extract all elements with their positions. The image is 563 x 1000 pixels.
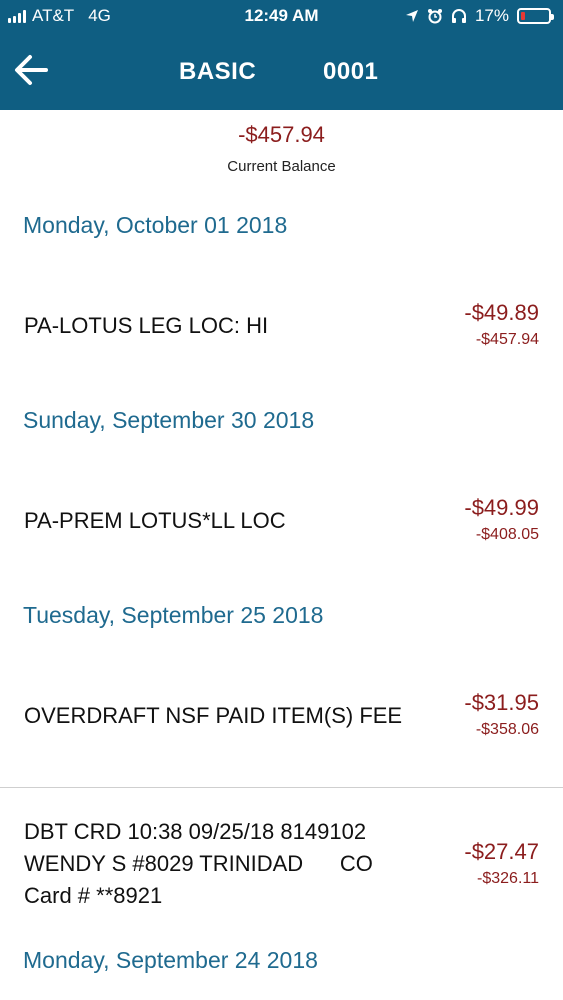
transaction-running-balance: -$358.06 (475, 721, 539, 738)
current-balance-section: -$457.94 Current Balance (0, 122, 563, 175)
account-number: 0001 (323, 58, 379, 85)
transaction-running-balance: -$408.05 (475, 526, 539, 543)
row-divider (0, 787, 563, 788)
transaction-description-line: WENDY S #8029 TRINIDAD CO (24, 851, 373, 876)
transaction-amount: -$49.99 (464, 495, 539, 520)
transaction-description: DBT CRD 10:38 09/25/18 8149102 WENDY S #… (24, 816, 373, 912)
date-header: Monday, September 24 2018 (23, 947, 318, 973)
date-header: Tuesday, September 25 2018 (23, 602, 324, 628)
battery-fill (521, 12, 526, 20)
transaction-description-line: DBT CRD 10:38 09/25/18 8149102 (24, 819, 367, 844)
location-arrow-icon (405, 10, 418, 22)
alarm-clock-icon (427, 9, 442, 24)
status-bar: AT&T 4G 12:49 AM 17% (0, 0, 563, 32)
battery-percent: 17% (474, 6, 509, 25)
status-right: 17% (405, 6, 554, 26)
transaction-row[interactable]: PA-PREM LOTUS*LL LOC -$49.99 -$408.05 (0, 485, 563, 555)
transaction-row[interactable]: OVERDRAFT NSF PAID ITEM(S) FEE -$31.95 -… (0, 680, 563, 750)
transaction-row[interactable]: DBT CRD 10:38 09/25/18 8149102 WENDY S #… (0, 816, 563, 916)
account-type-title: BASIC (179, 58, 257, 85)
arrow-left-icon (15, 55, 48, 85)
date-header: Monday, October 01 2018 (23, 212, 288, 238)
headphones-icon (451, 9, 466, 23)
transaction-amount: -$31.95 (464, 690, 539, 715)
date-header: Sunday, September 30 2018 (23, 407, 315, 433)
transaction-description: OVERDRAFT NSF PAID ITEM(S) FEE (24, 703, 403, 728)
transaction-running-balance: -$457.94 (475, 331, 539, 348)
transaction-amount: -$27.47 (464, 839, 539, 864)
current-balance-label: Current Balance (227, 158, 336, 175)
transaction-amount: -$49.89 (464, 300, 539, 325)
battery-icon (517, 8, 554, 24)
transaction-running-balance: -$326.11 (477, 870, 539, 887)
transaction-row[interactable]: PA-LOTUS LEG LOC: HI -$49.89 -$457.94 (0, 290, 563, 360)
transaction-description: PA-PREM LOTUS*LL LOC (24, 508, 286, 533)
transaction-description-line: Card # **8921 (24, 883, 163, 908)
account-header: BASIC 0001 (0, 32, 563, 110)
transaction-description: PA-LOTUS LEG LOC: HI (24, 313, 269, 338)
back-button[interactable] (12, 50, 52, 90)
current-balance-amount: -$457.94 (238, 122, 325, 147)
